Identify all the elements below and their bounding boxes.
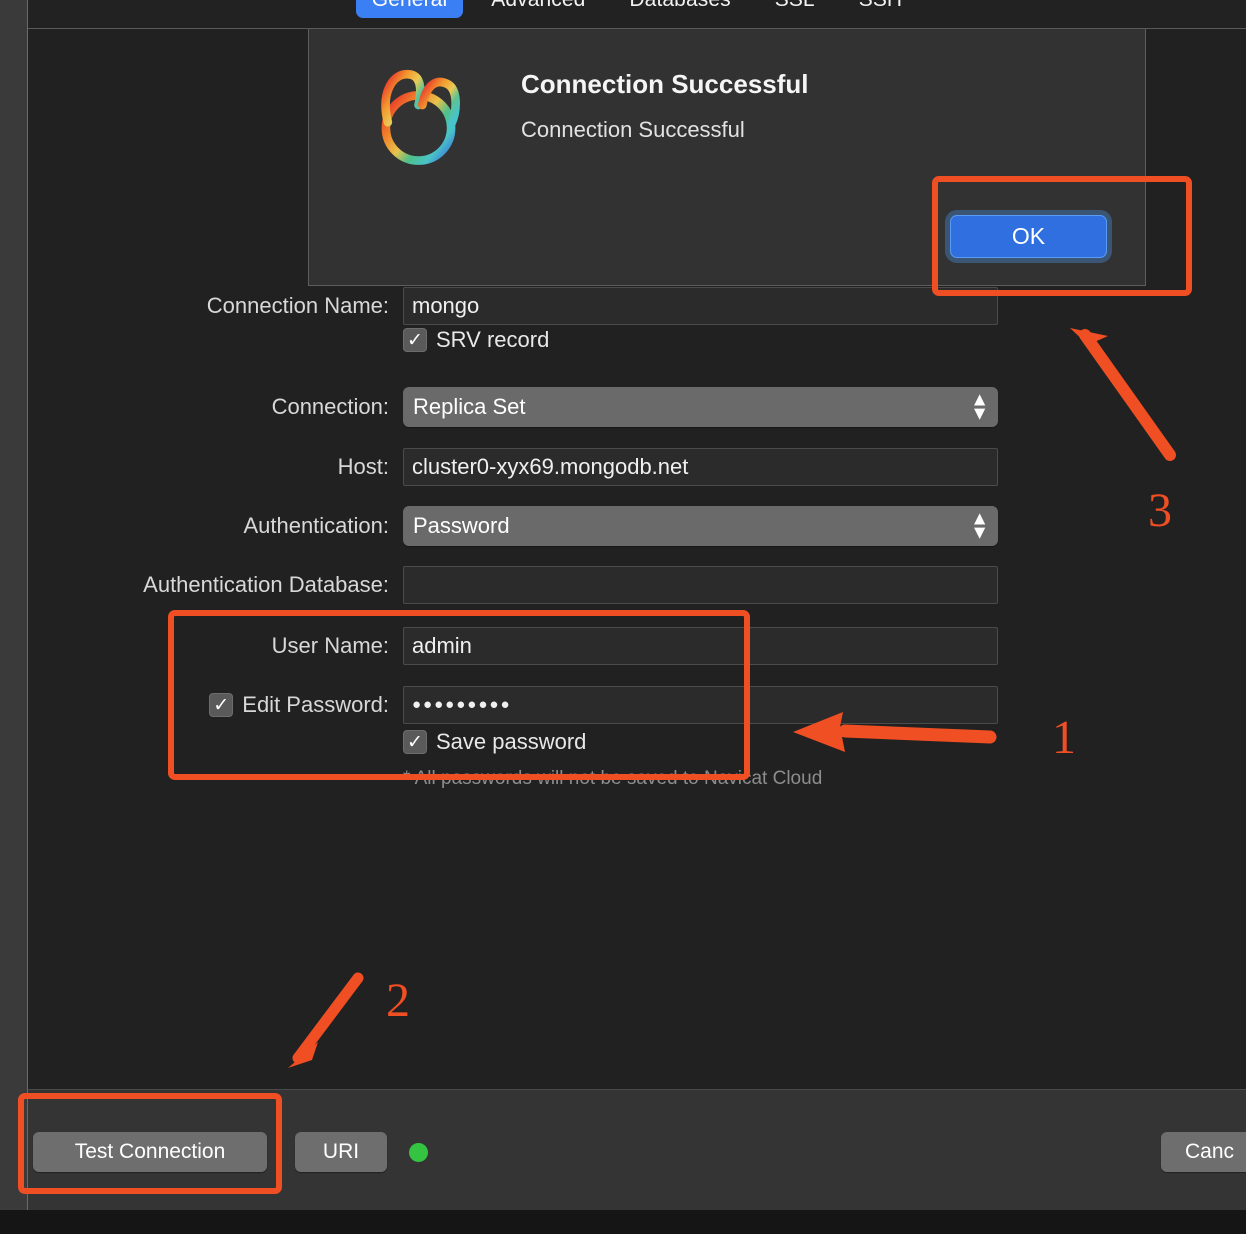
row-password-note: * All passwords will not be saved to Nav…	[28, 764, 1246, 794]
connection-status-dot-icon	[409, 1143, 428, 1162]
row-authentication: Authentication: Password ▲ ▼	[28, 506, 1246, 546]
tab-advanced[interactable]: Advanced	[475, 0, 601, 18]
connection-select[interactable]: Replica Set ▲ ▼	[403, 387, 998, 427]
srv-record-label: SRV record	[436, 327, 550, 352]
user-name-input[interactable]: admin	[403, 627, 998, 665]
row-user-name: User Name: admin	[28, 627, 1246, 665]
tab-list: General Advanced Databases SSL SSH	[28, 0, 1246, 22]
save-password-checkbox[interactable]: ✓ Save password	[403, 729, 998, 755]
save-password-label: Save password	[436, 729, 587, 754]
authentication-select-value: Password	[413, 513, 510, 538]
annotation-number-2: 2	[386, 974, 410, 1027]
password-input[interactable]: ●●●●●●●●●	[403, 686, 998, 724]
checkmark-icon: ✓	[403, 730, 427, 754]
annotation-number-1: 1	[1052, 711, 1076, 764]
tab-ssh[interactable]: SSH	[843, 0, 918, 18]
dialog-title: Connection Successful	[521, 69, 809, 99]
bottom-toolbar: Test Connection URI Canc	[28, 1089, 1246, 1210]
authentication-database-input[interactable]	[403, 566, 998, 604]
authentication-select[interactable]: Password ▲ ▼	[403, 506, 998, 546]
row-connection-name: Connection Name: mongo	[28, 287, 1246, 325]
host-input[interactable]: cluster0-xyx69.mongodb.net	[403, 448, 998, 486]
chevron-up-down-icon: ▲ ▼	[970, 389, 989, 424]
annotation-number-3: 3	[1148, 484, 1172, 537]
app-window: General Advanced Databases SSL SSH Conne…	[0, 0, 1246, 1234]
password-note: * All passwords will not be saved to Nav…	[403, 768, 823, 789]
chevron-up-down-icon: ▲ ▼	[970, 508, 989, 543]
window-left-frame	[0, 0, 27, 1210]
dialog-message: Connection Successful	[521, 117, 745, 142]
host-field-wrap: cluster0-xyx69.mongodb.net	[403, 448, 998, 486]
authentication-database-label: Authentication Database:	[143, 572, 389, 597]
connection-label: Connection:	[271, 394, 389, 419]
user-name-label: User Name:	[271, 633, 389, 658]
connection-name-input[interactable]: mongo	[403, 287, 998, 325]
navicat-logo-icon	[361, 59, 476, 174]
uri-button[interactable]: URI	[295, 1132, 387, 1172]
row-srv-record: ✓ SRV record	[28, 321, 1246, 359]
window-bottom-shadow	[0, 1210, 1246, 1234]
row-host: Host: cluster0-xyx69.mongodb.net	[28, 448, 1246, 486]
connection-name-label: Connection Name:	[206, 293, 389, 318]
test-connection-button[interactable]: Test Connection	[33, 1132, 267, 1172]
authentication-database-field-wrap	[403, 566, 998, 604]
dialog-ok-button[interactable]: OK	[950, 215, 1107, 258]
password-note-wrap: * All passwords will not be saved to Nav…	[403, 768, 998, 790]
edit-password-field-wrap: ●●●●●●●●●	[403, 686, 998, 724]
user-name-field-wrap: admin	[403, 627, 998, 665]
edit-password-label-wrap: ✓ Edit Password:	[28, 692, 403, 718]
edit-password-label: Edit Password:	[242, 692, 389, 717]
connection-field-wrap: Replica Set ▲ ▼	[403, 387, 998, 427]
connection-successful-dialog: Connection Successful Connection Success…	[308, 29, 1146, 286]
authentication-field-wrap: Password ▲ ▼	[403, 506, 998, 546]
tab-bar: General Advanced Databases SSL SSH	[28, 0, 1246, 28]
host-label: Host:	[337, 454, 389, 479]
srv-record-checkbox[interactable]: ✓ SRV record	[403, 327, 998, 353]
connection-name-field-wrap: mongo	[403, 287, 998, 325]
tab-general[interactable]: General	[355, 0, 464, 18]
cancel-button[interactable]: Canc	[1161, 1132, 1246, 1172]
authentication-label: Authentication:	[243, 513, 389, 538]
edit-password-checkbox[interactable]: ✓	[209, 693, 234, 717]
row-connection: Connection: Replica Set ▲ ▼	[28, 387, 1246, 427]
tab-databases[interactable]: Databases	[613, 0, 746, 18]
row-authentication-database: Authentication Database:	[28, 566, 1246, 604]
connection-select-value: Replica Set	[413, 394, 526, 419]
checkmark-icon: ✓	[403, 328, 427, 352]
tab-ssl[interactable]: SSL	[759, 0, 831, 18]
